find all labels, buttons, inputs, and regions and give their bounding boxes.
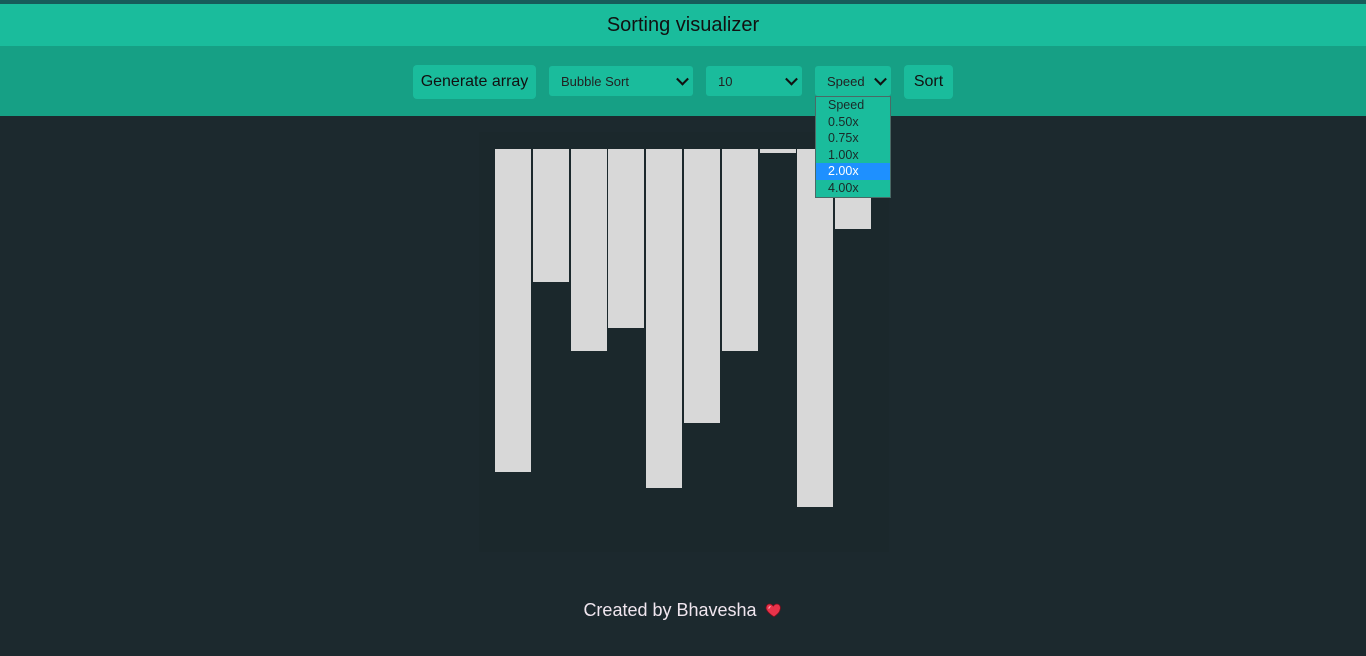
- speed-option[interactable]: 1.00x: [816, 147, 890, 164]
- header-bar: Sorting visualizer: [0, 4, 1366, 46]
- speed-option[interactable]: 0.75x: [816, 130, 890, 147]
- array-bar: [759, 149, 796, 153]
- speed-option[interactable]: Speed: [816, 97, 890, 114]
- heart-icon: [765, 603, 781, 618]
- array-bar: [608, 149, 645, 328]
- array-bar: [646, 149, 683, 488]
- array-bar: [570, 149, 607, 351]
- footer-credit: Created by Bhavesha: [583, 599, 757, 620]
- speed-option[interactable]: 0.50x: [816, 114, 890, 131]
- chevron-down-icon: [874, 72, 887, 86]
- speed-select[interactable]: Speed: [815, 66, 891, 96]
- footer: Created by Bhavesha: [0, 598, 1366, 622]
- array-bar: [684, 149, 720, 423]
- speed-option[interactable]: 4.00x: [816, 180, 890, 197]
- algorithm-select[interactable]: Bubble Sort: [549, 66, 693, 96]
- toolbar: Generate array Bubble Sort 10 Speed Sort: [0, 46, 1366, 116]
- speed-dropdown-list: Speed 0.50x 0.75x 1.00x 2.00x 4.00x: [815, 96, 891, 198]
- speed-option-highlighted[interactable]: 2.00x: [816, 163, 890, 180]
- chevron-down-icon: [676, 72, 689, 86]
- sort-button[interactable]: Sort: [904, 65, 953, 99]
- array-size-select[interactable]: 10: [706, 66, 802, 96]
- array-size-select-value: 10: [718, 73, 733, 89]
- array-bar: [495, 149, 531, 472]
- speed-select-value: Speed: [827, 73, 865, 89]
- generate-array-button[interactable]: Generate array: [413, 65, 536, 99]
- page-title: Sorting visualizer: [606, 13, 760, 36]
- array-bar: [532, 149, 569, 282]
- chevron-down-icon: [785, 72, 798, 86]
- algorithm-select-value: Bubble Sort: [561, 73, 629, 89]
- array-bar: [797, 149, 834, 507]
- array-bar: [721, 149, 758, 351]
